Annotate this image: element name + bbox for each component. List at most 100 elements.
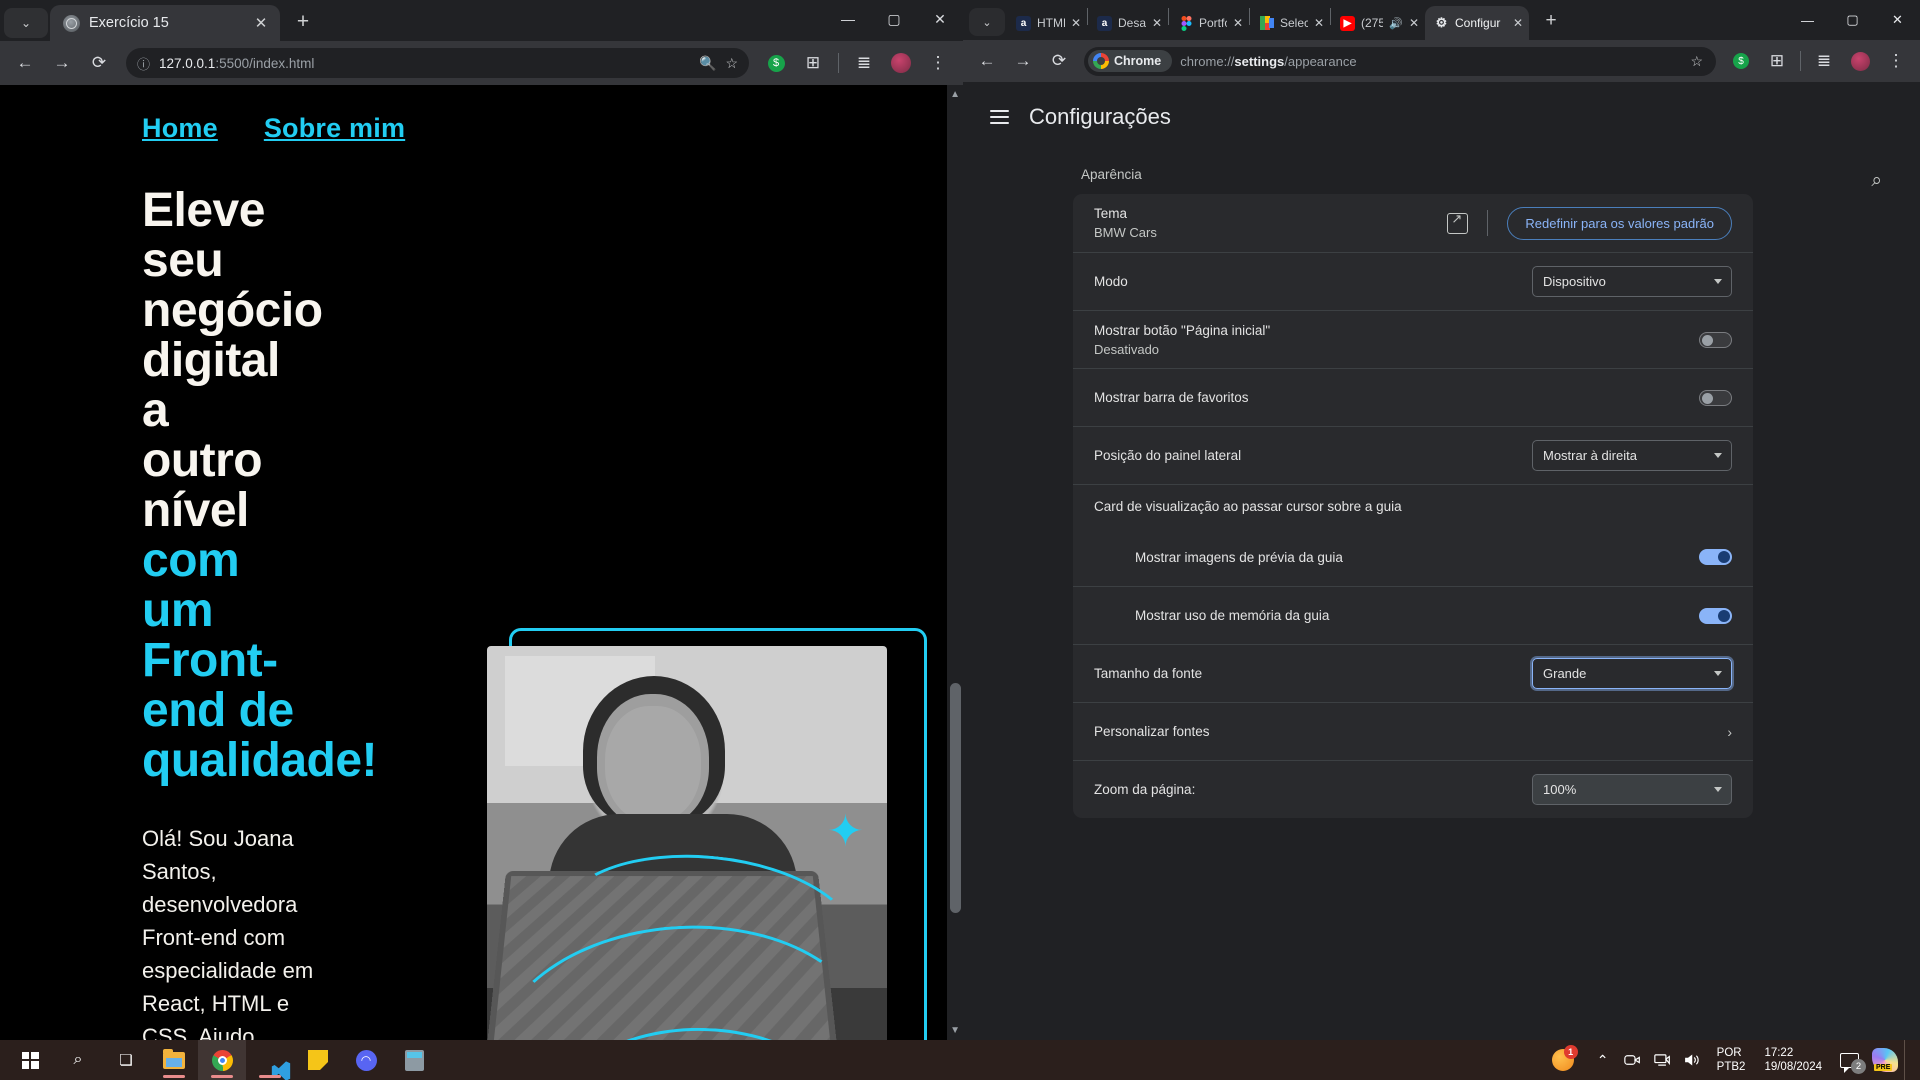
setting-row-mode[interactable]: Modo Dispositivo (1073, 252, 1753, 310)
close-icon[interactable]: ✕ (1409, 16, 1419, 30)
tab-search-button[interactable]: ⌄ (4, 8, 48, 38)
extension-badge-icon[interactable]: $ (759, 46, 793, 80)
tray-overflow-button[interactable]: ⌃ (1588, 1040, 1618, 1080)
address-bar[interactable]: ⓘ 127.0.0.1:5500/index.html 🔍 ☆ (126, 48, 749, 78)
page-scrollbar[interactable]: ▲ ▼ (947, 85, 963, 1040)
windows-taskbar: ⌕ ❏ ◠ 1 ⌃ POR PTB2 17:22 19/08/2024 2 PR… (0, 1040, 1920, 1080)
taskbar-file-explorer[interactable] (150, 1040, 198, 1080)
side-panel-select[interactable]: Mostrar à direita (1532, 440, 1732, 471)
scrollbar-thumb[interactable] (950, 683, 961, 913)
font-size-select[interactable]: Grande (1532, 658, 1732, 689)
maximize-button[interactable]: ▢ (871, 0, 917, 38)
tab-desafios[interactable]: a Desafios ✕ (1088, 6, 1168, 40)
close-icon[interactable]: ✕ (1152, 16, 1162, 30)
taskbar-discord[interactable]: ◠ (342, 1040, 390, 1080)
reload-button[interactable]: ⟳ (1042, 44, 1076, 78)
setting-row-hover-card-memory[interactable]: Mostrar uso de memória da guia (1073, 586, 1753, 644)
setting-row-theme[interactable]: Tema BMW Cars Redefinir para os valores … (1073, 194, 1753, 252)
tab-html-e[interactable]: a HTML e ✕ (1007, 6, 1087, 40)
nav-link-home[interactable]: Home (142, 113, 218, 144)
heading-white-text: Eleve seu negócio digital a outro nível (142, 184, 323, 537)
tab-configuracoes[interactable]: ⚙ Configur ✕ (1425, 6, 1529, 40)
minimize-button[interactable]: — (825, 0, 871, 38)
language-indicator[interactable]: POR PTB2 (1708, 1046, 1755, 1074)
maximize-button[interactable]: ▢ (1830, 0, 1875, 40)
open-in-new-icon[interactable] (1447, 211, 1469, 234)
setting-row-page-zoom[interactable]: Zoom da página: 100% (1073, 760, 1753, 818)
hamburger-icon[interactable] (990, 110, 1009, 124)
mode-select[interactable]: Dispositivo (1532, 266, 1732, 297)
close-icon[interactable]: ✕ (252, 14, 270, 32)
tab-youtube[interactable]: ▶ (2750 🔊 ✕ (1331, 6, 1425, 40)
network-icon[interactable] (1648, 1040, 1678, 1080)
bookmarks-bar-toggle[interactable] (1699, 389, 1732, 406)
hover-card-memory-toggle[interactable] (1699, 607, 1732, 624)
chat-button[interactable]: 2 (1832, 1040, 1866, 1080)
new-tab-button[interactable]: + (288, 7, 318, 37)
start-button[interactable] (6, 1040, 54, 1080)
zoom-icon[interactable]: 🔍 (699, 55, 716, 72)
setting-row-bookmarks-bar[interactable]: Mostrar barra de favoritos (1073, 368, 1753, 426)
back-button[interactable]: ← (8, 46, 42, 80)
back-button[interactable]: ← (970, 44, 1004, 78)
reload-button[interactable]: ⟳ (82, 46, 116, 80)
extension-badge-icon[interactable]: $ (1724, 44, 1758, 78)
running-indicator (163, 1075, 185, 1078)
browser-menu-button[interactable]: ⋮ (1879, 44, 1913, 78)
search-icon[interactable]: ⌕ (1871, 170, 1882, 192)
bookmark-star-icon[interactable]: ☆ (1690, 53, 1711, 70)
reading-list-icon[interactable]: ≣ (847, 46, 881, 80)
address-bar[interactable]: Chrome chrome://settings/appearance ☆ (1084, 46, 1716, 76)
reading-list-icon[interactable]: ≣ (1807, 44, 1841, 78)
show-desktop-button[interactable] (1904, 1040, 1910, 1080)
copilot-icon[interactable]: PRE (1872, 1048, 1898, 1072)
setting-row-customize-fonts[interactable]: Personalizar fontes › (1073, 702, 1753, 760)
taskbar-chrome[interactable] (198, 1040, 246, 1080)
hover-card-images-toggle[interactable] (1699, 549, 1732, 565)
forward-button[interactable]: → (45, 46, 79, 80)
forward-button[interactable]: → (1006, 44, 1040, 78)
notification-orb-icon[interactable]: 1 (1551, 1045, 1578, 1071)
tab-label: HTML e (1037, 16, 1065, 30)
nav-link-sobre-mim[interactable]: Sobre mim (264, 113, 405, 144)
extensions-icon[interactable]: ⊞ (796, 46, 830, 80)
setting-row-font-size[interactable]: Tamanho da fonte Grande (1073, 644, 1753, 702)
close-button[interactable]: ✕ (1875, 0, 1920, 40)
clock[interactable]: 17:22 19/08/2024 (1754, 1046, 1832, 1074)
taskbar-vs-code[interactable] (246, 1040, 294, 1080)
home-button-toggle[interactable] (1699, 331, 1732, 348)
tab-search-button[interactable]: ⌄ (969, 8, 1005, 36)
close-icon[interactable]: ✕ (1513, 16, 1523, 30)
close-icon[interactable]: ✕ (1314, 16, 1324, 30)
taskbar-calculator[interactable] (390, 1040, 438, 1080)
chevron-right-icon[interactable]: › (1727, 724, 1732, 740)
setting-row-side-panel[interactable]: Posição do painel lateral Mostrar à dire… (1073, 426, 1753, 484)
volume-icon[interactable] (1678, 1040, 1708, 1080)
close-button[interactable]: ✕ (917, 0, 963, 38)
minimize-button[interactable]: — (1785, 0, 1830, 40)
extensions-icon[interactable]: ⊞ (1760, 44, 1794, 78)
profile-avatar[interactable] (884, 46, 918, 80)
scroll-up-icon[interactable]: ▲ (950, 89, 960, 100)
close-icon[interactable]: ✕ (1071, 16, 1081, 30)
profile-avatar[interactable] (1843, 44, 1877, 78)
page-zoom-select[interactable]: 100% (1532, 774, 1732, 805)
taskbar-search-button[interactable]: ⌕ (54, 1040, 102, 1080)
select-value: Dispositivo (1543, 274, 1606, 289)
left-browser-tab[interactable]: Exercício 15 ✕ (50, 5, 280, 41)
bookmark-star-icon[interactable]: ☆ (725, 55, 738, 72)
camera-icon[interactable] (1618, 1040, 1648, 1080)
browser-menu-button[interactable]: ⋮ (921, 46, 955, 80)
task-view-button[interactable]: ❏ (102, 1040, 150, 1080)
site-info-icon[interactable]: ⓘ (137, 54, 150, 73)
scroll-down-icon[interactable]: ▼ (950, 1025, 960, 1036)
tab-portfolio[interactable]: Portfolio ✕ (1169, 6, 1249, 40)
setting-row-home-button[interactable]: Mostrar botão "Página inicial" Desativad… (1073, 310, 1753, 368)
tab-audio-icon[interactable]: 🔊 (1389, 17, 1403, 30)
new-tab-button[interactable]: + (1537, 7, 1565, 35)
taskbar-sticky-notes[interactable] (294, 1040, 342, 1080)
tab-selection[interactable]: Selection ✕ (1250, 6, 1330, 40)
reset-to-defaults-button[interactable]: Redefinir para os valores padrão (1507, 206, 1732, 240)
close-icon[interactable]: ✕ (1233, 16, 1243, 30)
setting-row-hover-card-images[interactable]: Mostrar imagens de prévia da guia (1073, 528, 1753, 586)
